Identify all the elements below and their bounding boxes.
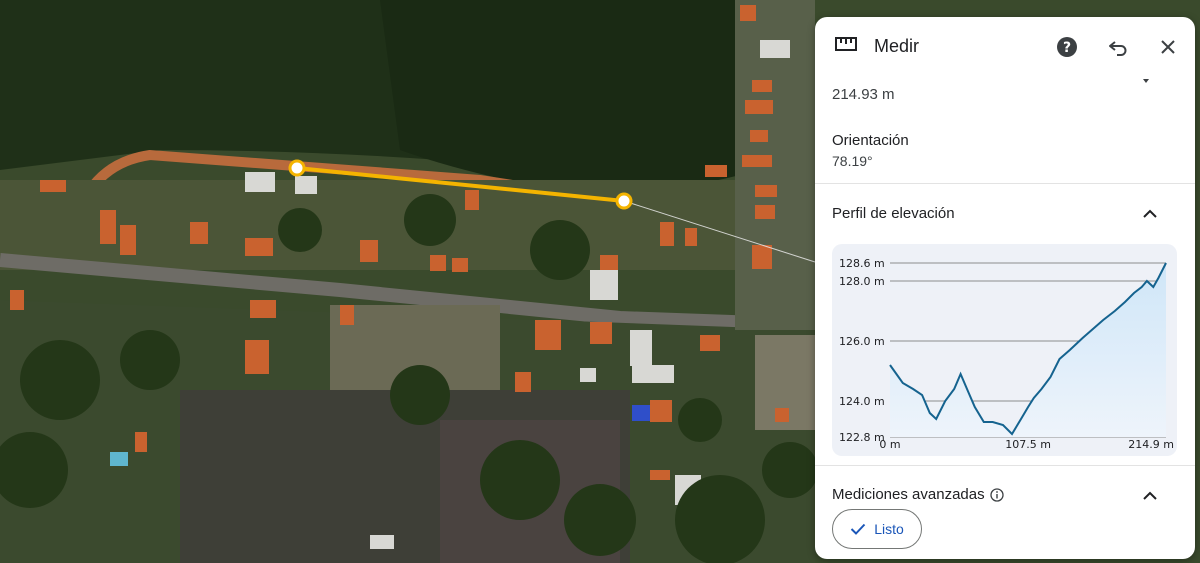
check-icon [850, 523, 866, 535]
close-icon[interactable] [1156, 35, 1180, 59]
help-icon[interactable]: ? [1055, 35, 1079, 59]
y-tick-label: 122.8 m [839, 431, 885, 444]
advanced-section-title: Mediciones avanzadas [832, 486, 985, 503]
chevron-up-icon[interactable] [1141, 487, 1159, 505]
measure-start-point [288, 159, 306, 177]
x-tick-label: 214.9 m [1128, 438, 1174, 451]
divider [815, 183, 1195, 184]
y-tick-label: 126.0 m [839, 335, 885, 348]
y-tick-label: 128.6 m [839, 257, 885, 270]
panel-header: Medir ? [815, 17, 1195, 77]
done-button[interactable]: Listo [832, 509, 922, 549]
svg-text:?: ? [1063, 40, 1071, 56]
done-button-label: Listo [874, 521, 904, 537]
measure-end-point [615, 192, 633, 210]
measure-panel: Medir ? 214.93 m Orientación 78.19° Perf… [815, 17, 1195, 559]
elevation-section-title[interactable]: Perfil de elevación [832, 205, 955, 222]
distance-value: 214.93 m [832, 86, 895, 103]
ruler-icon [835, 37, 857, 51]
orientation-label: Orientación [832, 132, 909, 149]
info-icon[interactable] [989, 487, 1004, 502]
elevation-profile-chart: 128.6 m 128.0 m 126.0 m 124.0 m 122.8 m0 m 10… [832, 244, 1177, 456]
y-tick-label: 128.0 m [839, 275, 885, 288]
scroll-indicator-icon [1143, 79, 1149, 83]
orientation-value: 78.19° [832, 153, 873, 169]
y-tick-label: 124.0 m [839, 395, 885, 408]
x-tick-label: 107.5 m [1005, 438, 1051, 451]
advanced-measurements-header[interactable]: Mediciones avanzadas [832, 486, 1004, 503]
elevation-chart-svg: 128.6 m 128.0 m 126.0 m 124.0 m 122.8 m0 m 10… [839, 257, 1174, 451]
chevron-up-icon[interactable] [1141, 205, 1159, 223]
undo-icon[interactable] [1106, 35, 1130, 59]
divider [815, 465, 1195, 466]
panel-title: Medir [874, 36, 920, 56]
elevation-area [890, 263, 1166, 437]
x-tick-label: 0 m [879, 438, 900, 451]
